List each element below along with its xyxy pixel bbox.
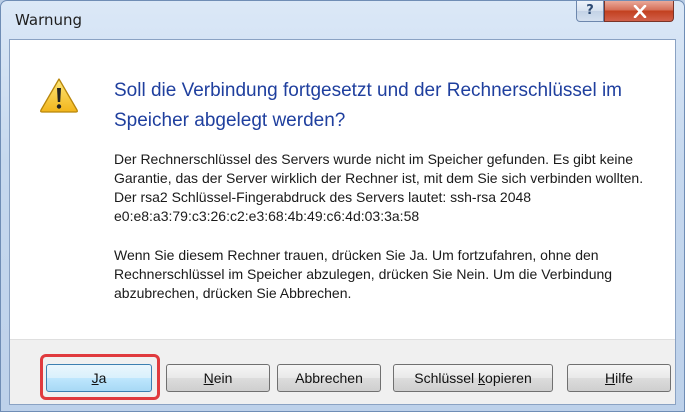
no-button[interactable]: Nein — [166, 364, 270, 392]
message-paragraph-2: Wenn Sie diesem Rechner trauen, drücken … — [114, 247, 613, 301]
cancel-label: Abbrechen — [295, 370, 363, 386]
window-title: Warnung — [15, 11, 83, 29]
question-icon: ? — [586, 3, 594, 18]
copy-label-before: Schlüssel — [414, 370, 479, 386]
dialog-window: Warnung ? Soll die Verbindung fortgesetz… — [0, 0, 685, 412]
yes-button-highlight — [40, 354, 160, 400]
warning-icon — [40, 78, 78, 113]
close-icon — [633, 5, 647, 18]
dialog-heading: Soll die Verbindung fortgesetzt und der … — [114, 80, 623, 131]
help-label-rest: ilfe — [615, 370, 634, 386]
dialog-message: Der Rechnerschlüssel des Servers wurde n… — [114, 150, 664, 303]
help-title-button[interactable]: ? — [576, 1, 604, 22]
help-button[interactable]: Hilfe — [567, 364, 671, 392]
message-paragraph-1: Der Rechnerschlüssel des Servers wurde n… — [114, 151, 644, 224]
no-label-rest: ein — [213, 370, 233, 386]
help-mnemonic: H — [604, 370, 616, 386]
button-bar: Ja Nein Abbrechen Schlüssel kopieren Hil… — [10, 339, 675, 404]
dialog-body: Soll die Verbindung fortgesetzt und der … — [9, 39, 676, 405]
copy-key-button[interactable]: Schlüssel kopieren — [393, 364, 553, 392]
no-mnemonic: N — [203, 370, 214, 386]
title-bar[interactable]: Warnung ? — [1, 1, 684, 39]
cancel-button[interactable]: Abbrechen — [277, 364, 381, 392]
copy-label-after: opieren — [485, 370, 532, 386]
copy-mnemonic: k — [478, 370, 486, 386]
close-button[interactable] — [604, 1, 674, 22]
